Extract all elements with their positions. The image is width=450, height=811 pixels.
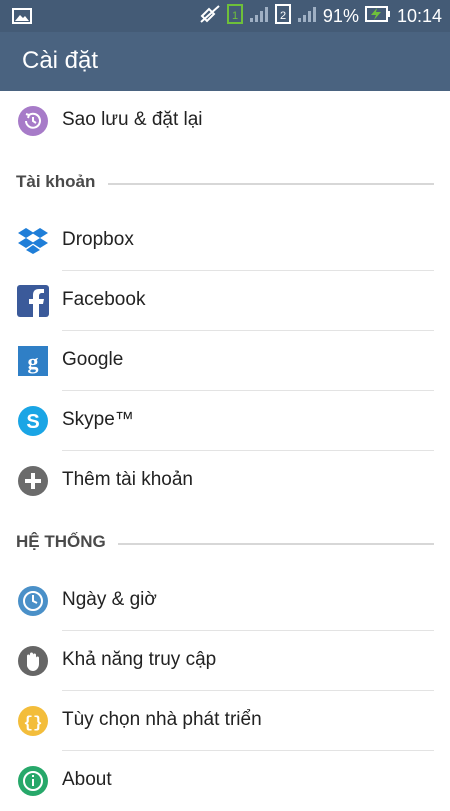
account-item-label: Facebook: [62, 289, 146, 310]
account-item-label: Google: [62, 349, 124, 370]
info-icon: [17, 765, 49, 797]
section-title: Tài khoản: [16, 172, 96, 191]
accessibility-hand-icon: [17, 645, 49, 677]
section-header-system: HỆ THỐNG: [0, 511, 450, 571]
settings-list: Sao lưu & đặt lại Tài khoản Dropbox Face…: [0, 91, 450, 811]
google-icon: g: [17, 345, 49, 377]
settings-item-label: Sao lưu & đặt lại: [62, 109, 203, 130]
backup-restore-icon: [17, 105, 49, 137]
app-bar: Cài đặt: [0, 32, 450, 91]
svg-text:g: g: [28, 349, 39, 374]
settings-item-label: Tùy chọn nhà phát triển: [62, 709, 262, 730]
add-account-button[interactable]: Thêm tài khoản: [0, 451, 450, 511]
sim1-label: 1: [232, 10, 238, 22]
battery-percent: 91%: [322, 5, 359, 26]
settings-item-about[interactable]: About: [0, 751, 450, 811]
facebook-icon: [17, 285, 49, 317]
page-title: Cài đặt: [22, 47, 99, 74]
section-divider: [108, 183, 434, 185]
section-title: HỆ THỐNG: [16, 532, 106, 551]
account-item-label: Dropbox: [62, 229, 134, 250]
developer-options-icon: {}: [17, 705, 49, 737]
clock-time: 10:14: [396, 5, 442, 26]
add-account-icon: [17, 465, 49, 497]
mute-icon: [199, 4, 221, 29]
account-item-dropbox[interactable]: Dropbox: [0, 211, 450, 271]
clock-icon: [17, 585, 49, 617]
skype-icon: S: [17, 405, 49, 437]
svg-text:S: S: [26, 411, 39, 433]
account-item-google[interactable]: g Google: [0, 331, 450, 391]
settings-item-label: About: [62, 769, 112, 790]
sim2-icon: 2: [274, 3, 291, 29]
settings-item-date-time[interactable]: Ngày & giờ: [0, 571, 450, 631]
settings-item-developer-options[interactable]: {} Tùy chọn nhà phát triển: [0, 691, 450, 751]
signal-icon: [249, 5, 269, 28]
signal-icon: [297, 5, 317, 28]
svg-text:{}: {}: [23, 714, 42, 732]
account-item-facebook[interactable]: Facebook: [0, 271, 450, 331]
account-item-label: Skype™: [62, 409, 134, 430]
dropbox-icon: [17, 225, 49, 257]
settings-item-label: Khả năng truy cập: [62, 649, 217, 670]
sim1-icon: 1: [226, 3, 243, 29]
sim2-label: 2: [280, 10, 286, 22]
section-header-accounts: Tài khoản: [0, 151, 450, 211]
status-bar: 1 2 91% 10:14: [0, 0, 450, 32]
account-item-skype[interactable]: S Skype™: [0, 391, 450, 451]
settings-item-label: Ngày & giờ: [62, 589, 157, 610]
settings-item-backup-reset[interactable]: Sao lưu & đặt lại: [0, 91, 450, 151]
account-item-label: Thêm tài khoản: [62, 469, 193, 490]
settings-item-accessibility[interactable]: Khả năng truy cập: [0, 631, 450, 691]
battery-charging-icon: [364, 5, 391, 27]
section-divider: [118, 543, 434, 545]
gallery-icon: [12, 7, 32, 30]
